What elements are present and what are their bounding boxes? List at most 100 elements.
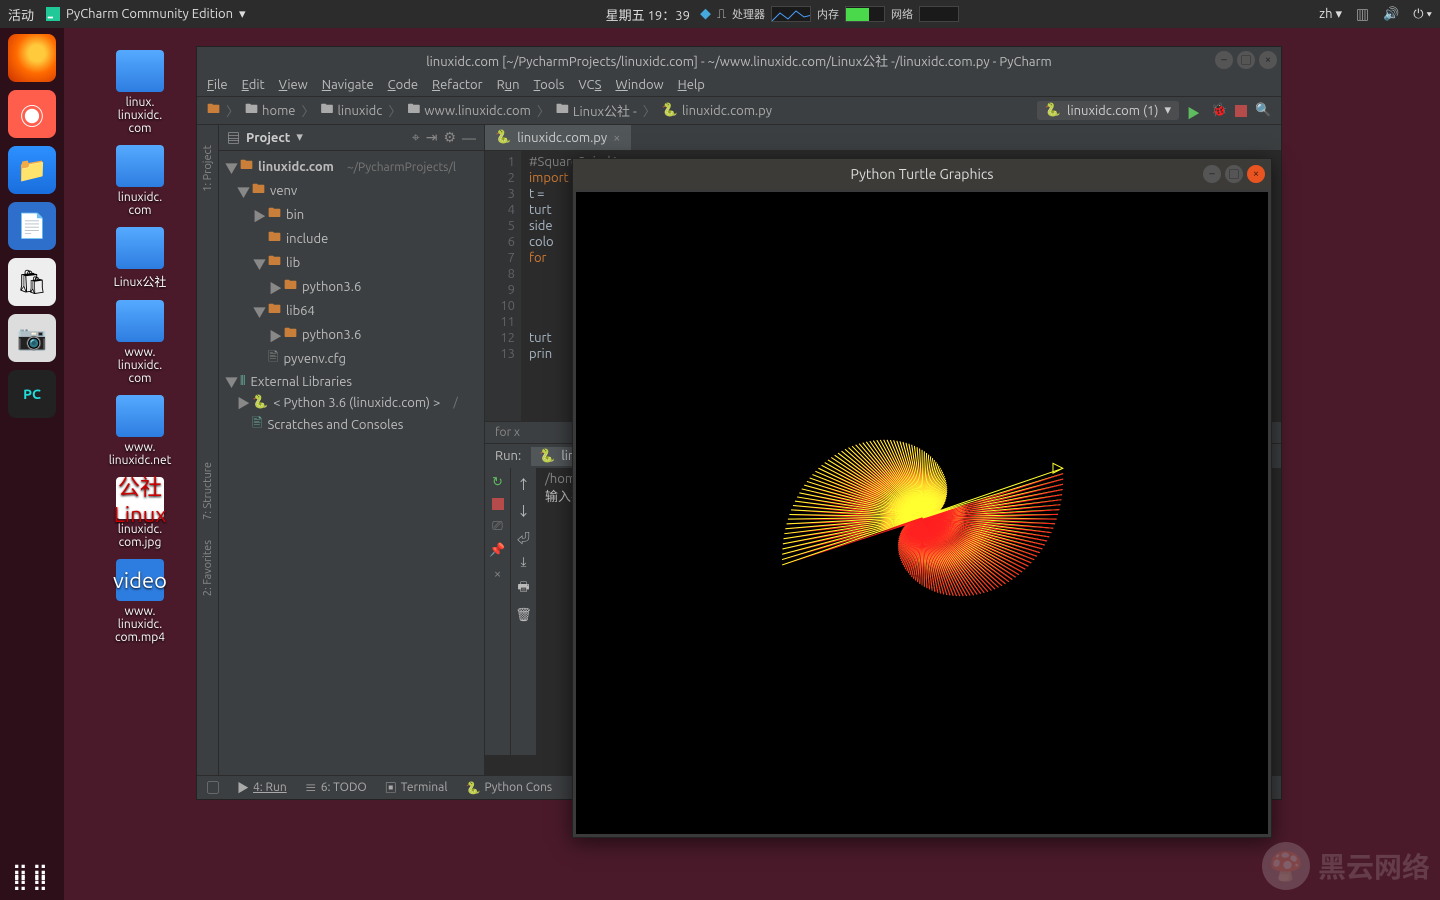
window-title: Python Turtle Graphics <box>851 166 994 182</box>
menu-file[interactable]: FFileile <box>207 78 228 92</box>
hide-icon[interactable]: — <box>462 130 476 146</box>
menu-run[interactable]: Run <box>497 78 520 92</box>
close-button[interactable]: × <box>1247 165 1265 183</box>
desktop-folder[interactable]: www. linuxidc.net <box>90 395 190 467</box>
app-indicator[interactable]: PyCharm Community Edition ▾ <box>46 7 246 22</box>
tree-root[interactable]: ▼🖿linuxidc.com ~/PycharmProjects/l <box>219 155 484 179</box>
cpu-label: 处理器 <box>732 6 765 22</box>
mem-label: 内存 <box>817 6 839 22</box>
menu-vcs[interactable]: VCS <box>578 78 601 92</box>
tree-item[interactable]: ▶🖿bin <box>219 203 484 227</box>
breadcrumb-item[interactable]: 🖿 linuxidc <box>321 100 383 122</box>
launcher-screenshot[interactable]: ◉ <box>8 90 56 138</box>
minimize-button[interactable]: – <box>1203 165 1221 183</box>
collapse-icon[interactable]: ⇥ <box>426 129 438 146</box>
breadcrumb-item[interactable]: 🖿 Linux公社 - <box>556 100 637 122</box>
menu-tools[interactable]: Tools <box>534 78 565 92</box>
quick-access-icon[interactable]: ▢ <box>207 779 219 796</box>
lang-indicator[interactable]: zh ▾ <box>1319 7 1342 22</box>
launcher-pycharm[interactable]: PC <box>8 370 56 418</box>
sidebar-tab-structure[interactable]: 7: Structure <box>202 462 214 520</box>
menu-help[interactable]: Help <box>678 78 705 92</box>
wrap-icon[interactable]: ⏎ <box>517 528 530 547</box>
print-icon[interactable]: 🖶 <box>517 578 529 600</box>
indicator-icon[interactable]: ⎍ <box>717 7 726 22</box>
stop-icon[interactable] <box>492 498 504 510</box>
menu-bar: FFileile Edit View Navigate Code Refacto… <box>197 73 1281 97</box>
locate-icon[interactable]: ⌖ <box>412 129 420 146</box>
tree-item[interactable]: 🖿include <box>219 227 484 251</box>
down-icon[interactable]: ↓ <box>517 501 530 520</box>
maximize-button[interactable]: □ <box>1225 165 1243 183</box>
tree-python-env[interactable]: ▶🐍< Python 3.6 (linuxidc.com) > / <box>219 392 484 413</box>
turtle-titlebar[interactable]: Python Turtle Graphics – □ × <box>573 159 1271 189</box>
project-tool-window: ▤ Project ▾ ⌖ ⇥ ⚙ — ▼🖿linuxidc.com ~/Pyc… <box>219 125 485 775</box>
desktop-video[interactable]: videowww. linuxidc. com.mp4 <box>90 559 190 644</box>
tree-item[interactable]: ▶🖿python3.6 <box>219 323 484 347</box>
activities-button[interactable]: 活动 <box>8 5 34 24</box>
clock[interactable]: 星期五 19：39 <box>606 5 690 24</box>
tree-item[interactable]: ▶🖿python3.6 <box>219 275 484 299</box>
menu-edit[interactable]: Edit <box>242 78 265 92</box>
pycharm-titlebar[interactable]: linuxidc.com [~/PycharmProjects/linuxidc… <box>197 47 1281 73</box>
status-run[interactable]: ▶ 4: Run <box>237 779 287 796</box>
close-button[interactable]: × <box>1259 51 1277 69</box>
rerun-icon[interactable]: ↻ <box>490 474 506 490</box>
run-icon[interactable]: ▶ <box>1187 103 1203 119</box>
menu-navigate[interactable]: Navigate <box>322 78 374 92</box>
chevron-down-icon[interactable]: ▾ <box>296 130 303 145</box>
menu-window[interactable]: Window <box>615 78 663 92</box>
run-config-selector[interactable]: 🐍 linuxidc.com (1) ▾ <box>1037 101 1179 120</box>
desktop-folder[interactable]: linuxidc. com <box>90 145 190 217</box>
tree-item[interactable]: ▼🖿lib <box>219 251 484 275</box>
tree-scratches[interactable]: 🖹Scratches and Consoles <box>219 413 484 437</box>
cpu-graph[interactable] <box>771 6 811 22</box>
tree-item[interactable]: ▼🖿lib64 <box>219 299 484 323</box>
sidebar-tab-favorites[interactable]: 2: Favorites <box>202 540 214 596</box>
layout-icon[interactable]: ⎚ <box>490 518 506 534</box>
menu-view[interactable]: View <box>279 78 308 92</box>
breadcrumb-item[interactable]: 🖿 www.linuxidc.com <box>407 100 531 122</box>
trash-icon[interactable]: 🗑 <box>515 608 532 623</box>
menu-refactor[interactable]: Refactor <box>432 78 483 92</box>
network-icon[interactable]: ▥ <box>1356 5 1369 24</box>
launcher-document[interactable]: 📄 <box>8 202 56 250</box>
desktop-image[interactable]: 公社Linuxlinuxidc. com.jpg <box>90 477 190 549</box>
scroll-icon[interactable]: ⤓ <box>521 555 527 570</box>
power-icon[interactable]: ⏻ ▾ <box>1413 7 1432 22</box>
launcher-firefox[interactable] <box>8 34 56 82</box>
launcher-apps-grid[interactable]: ⠿⠿⠿⠿ <box>12 870 52 890</box>
status-pyconsole[interactable]: 🐍 Python Cons <box>465 781 552 795</box>
launcher-software[interactable]: 🛍 <box>8 258 56 306</box>
launcher-camera[interactable]: 📷 <box>8 314 56 362</box>
close-icon[interactable]: × <box>613 131 620 145</box>
status-terminal[interactable]: ▣ Terminal <box>385 779 448 796</box>
desktop-folder[interactable]: www. linuxidc. com <box>90 300 190 385</box>
maximize-button[interactable]: □ <box>1237 51 1255 69</box>
tree-external-libs[interactable]: ▼⫴External Libraries <box>219 371 484 392</box>
desktop-folder[interactable]: Linux公社 <box>90 227 190 290</box>
gear-icon[interactable]: ⚙ <box>443 129 456 146</box>
tree-item[interactable]: 🖹pyvenv.cfg <box>219 347 484 371</box>
project-pane-title[interactable]: Project <box>246 131 290 145</box>
minimize-button[interactable]: – <box>1215 51 1233 69</box>
volume-icon[interactable]: 🔊 <box>1383 7 1399 22</box>
editor-tab[interactable]: 🐍 linuxidc.com.py × <box>485 125 631 150</box>
launcher-files[interactable]: 📁 <box>8 146 56 194</box>
up-icon[interactable]: ↑ <box>517 474 530 493</box>
search-icon[interactable]: 🔍 <box>1255 103 1271 119</box>
desktop-folder[interactable]: linux. linuxidc. com <box>90 50 190 135</box>
close-icon[interactable]: × <box>490 566 506 582</box>
mem-graph[interactable] <box>845 6 885 22</box>
notification-icon[interactable]: ◆ <box>700 6 711 22</box>
pin-icon[interactable]: 📌 <box>490 542 506 558</box>
breadcrumb-file[interactable]: 🐍 linuxidc.com.py <box>662 103 772 118</box>
breadcrumb-item[interactable]: 🖿 home <box>245 100 295 122</box>
stop-icon[interactable] <box>1235 105 1247 117</box>
net-graph[interactable] <box>919 6 959 22</box>
debug-icon[interactable]: 🐞 <box>1211 103 1227 119</box>
menu-code[interactable]: Code <box>388 78 418 92</box>
sidebar-tab-project[interactable]: 1: Project <box>202 145 214 192</box>
tree-item[interactable]: ▼🖿venv <box>219 179 484 203</box>
status-todo[interactable]: ≡ 6: TODO <box>305 779 367 796</box>
